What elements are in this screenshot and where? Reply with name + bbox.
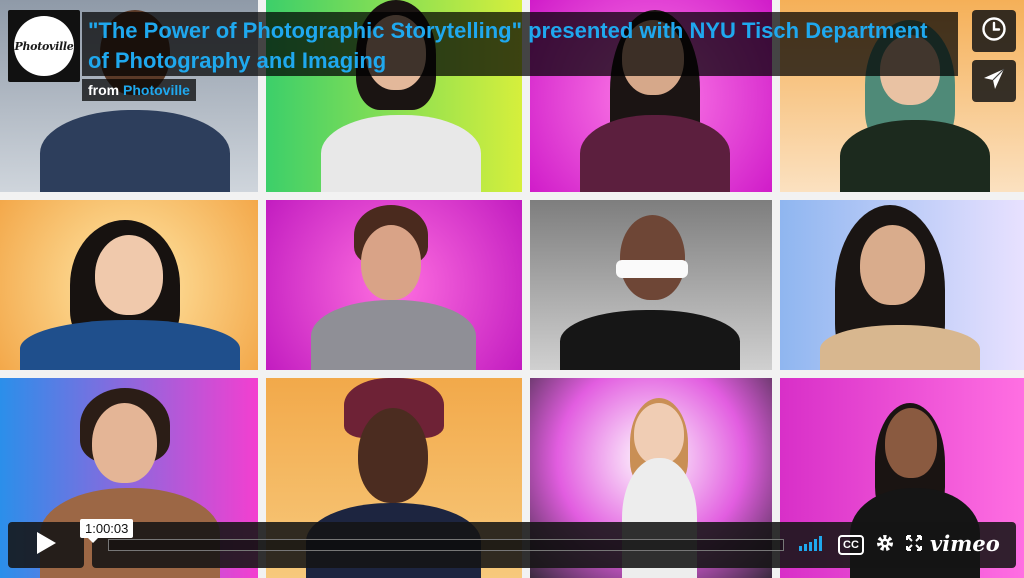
byline-prefix: from <box>88 82 120 98</box>
portrait-tile <box>530 200 772 370</box>
volume-button[interactable] <box>798 534 828 556</box>
owner-logo[interactable]: Photoville <box>8 10 80 82</box>
fullscreen-button[interactable] <box>904 534 924 556</box>
cc-label: CC <box>838 535 864 555</box>
play-button[interactable] <box>8 522 84 568</box>
byline: from Photoville <box>82 79 196 101</box>
logo-disk: Photoville <box>14 16 74 76</box>
logo-wordmark: Photoville <box>14 39 74 53</box>
vimeo-logo-link[interactable]: vimeo <box>930 531 1000 556</box>
settings-button[interactable] <box>874 534 896 556</box>
portrait-tile <box>266 200 522 370</box>
progress-bar[interactable] <box>108 539 784 551</box>
paper-plane-icon <box>981 66 1007 97</box>
clock-icon <box>981 16 1007 47</box>
play-icon <box>34 530 58 561</box>
control-bar: CC vimeo <box>92 522 1016 568</box>
volume-bars-icon <box>799 535 827 556</box>
timecode-tooltip: 1:00:03 <box>80 519 134 543</box>
share-button[interactable] <box>972 60 1016 102</box>
video-player[interactable]: Photoville "The Power of Photographic St… <box>0 0 1024 578</box>
watch-later-button[interactable] <box>972 10 1016 52</box>
portrait-tile <box>0 200 258 370</box>
owner-link[interactable]: Photoville <box>123 82 190 98</box>
portrait-tile <box>780 200 1024 370</box>
fullscreen-icon <box>905 534 923 557</box>
gear-icon <box>875 533 895 558</box>
title-overlay: "The Power of Photographic Storytelling"… <box>82 12 958 76</box>
video-title[interactable]: "The Power of Photographic Storytelling"… <box>88 16 952 76</box>
captions-button[interactable]: CC <box>838 534 864 556</box>
